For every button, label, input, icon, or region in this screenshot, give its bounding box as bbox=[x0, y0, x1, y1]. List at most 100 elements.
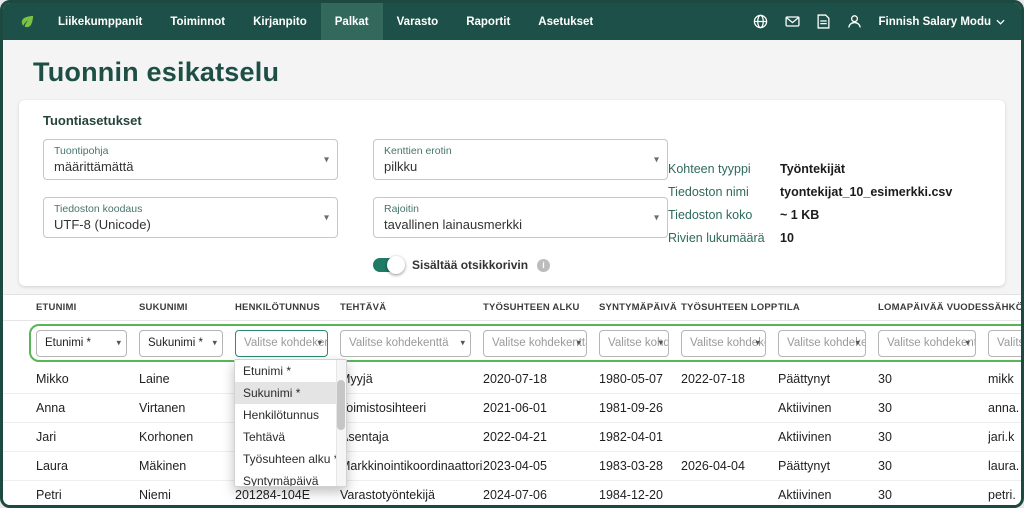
select-value: Valitse kohdekenttä bbox=[349, 337, 449, 349]
user-menu[interactable]: Finnish Salary Modu bbox=[879, 16, 1005, 28]
info-value: tyontekijat_10_esimerkki.csv bbox=[780, 185, 952, 199]
dropdown-option[interactable]: Työsuhteen alku * bbox=[235, 448, 337, 470]
table-cell: Aktiivinen bbox=[778, 488, 878, 502]
dropdown-option[interactable]: Syntymäpäivä bbox=[235, 470, 337, 487]
table-cell: 2021-06-01 bbox=[483, 401, 599, 415]
table-cell: jari.k bbox=[988, 430, 1024, 444]
col-header-sukunimi: SUKUNIMI bbox=[139, 302, 235, 313]
info-icon[interactable]: i bbox=[537, 259, 550, 272]
document-icon[interactable] bbox=[817, 14, 830, 29]
chevron-down-icon: ▾ bbox=[460, 338, 465, 349]
table-cell: Asentaja bbox=[340, 430, 483, 444]
user-icon[interactable] bbox=[847, 14, 862, 29]
chevron-down-icon: ▾ bbox=[324, 212, 329, 223]
dropdown-option[interactable]: Henkilötunnus bbox=[235, 404, 337, 426]
table-cell: 30 bbox=[878, 430, 988, 444]
table-cell: 2022-07-18 bbox=[681, 372, 778, 386]
nav-item-asetukset[interactable]: Asetukset bbox=[524, 3, 607, 40]
top-navbar: Liikekumppanit Toiminnot Kirjanpito Palk… bbox=[3, 3, 1021, 40]
info-label: Rivien lukumäärä bbox=[668, 231, 780, 245]
chevron-down-icon: ▾ bbox=[576, 338, 581, 349]
table-cell: Virtanen bbox=[139, 401, 235, 415]
field-label: Rajoitin bbox=[384, 203, 641, 215]
dropdown-scrollbar[interactable] bbox=[336, 360, 346, 486]
mapping-select-sukunimi[interactable]: Sukunimi * ▾ bbox=[139, 330, 223, 357]
mapping-select-tyosuhteen-loppu[interactable]: Valitse kohdekenttä▾ bbox=[681, 330, 766, 357]
globe-icon[interactable] bbox=[753, 14, 768, 29]
col-header-tehtava: TEHTÄVÄ bbox=[340, 302, 483, 313]
nav-item-kirjanpito[interactable]: Kirjanpito bbox=[239, 3, 321, 40]
chevron-down-icon: ▾ bbox=[855, 338, 860, 349]
nav-item-toiminnot[interactable]: Toiminnot bbox=[156, 3, 239, 40]
table-row: Mikko Laine Myyjä 2020-07-18 1980-05-07 … bbox=[3, 365, 1021, 394]
table-cell: 1983-03-28 bbox=[599, 459, 681, 473]
table-row: Jari Korhonen Asentaja 2022-04-21 1982-0… bbox=[3, 423, 1021, 452]
table-cell: petri. bbox=[988, 488, 1024, 502]
nav-item-palkat[interactable]: Palkat bbox=[321, 3, 383, 40]
mail-icon[interactable] bbox=[785, 14, 800, 29]
field-label: Kenttien erotin bbox=[384, 145, 641, 157]
mapping-select-sahkoposti[interactable]: Valitse kohdekenttä▾ bbox=[988, 330, 1024, 357]
select-value: Valitse kohdekenttä bbox=[997, 337, 1024, 349]
table-row: Petri Niemi 201284-104E Varastotyöntekij… bbox=[3, 481, 1021, 508]
field-kenttien-erotin[interactable]: Kenttien erotin pilkku ▾ bbox=[373, 139, 668, 180]
header-row-toggle[interactable] bbox=[373, 258, 403, 272]
info-label: Tiedoston koko bbox=[668, 208, 780, 222]
table-cell: 2024-07-06 bbox=[483, 488, 599, 502]
select-value: Sukunimi * bbox=[148, 337, 203, 349]
table-cell: Laura bbox=[36, 459, 139, 473]
mapping-select-tyosuhteen-alku[interactable]: Valitse kohdekenttä▾ bbox=[483, 330, 587, 357]
mapping-select-etunimi[interactable]: Etunimi *▾ bbox=[36, 330, 127, 357]
nav-item-varasto[interactable]: Varasto bbox=[383, 3, 453, 40]
table-header-row: ETUNIMI SUKUNIMI HENKILÖTUNNUS TEHTÄVÄ T… bbox=[3, 295, 1021, 321]
chevron-down-icon: ▾ bbox=[317, 338, 322, 349]
header-row-toggle-row: Sisältää otsikkorivin i bbox=[373, 258, 668, 272]
table-row: Laura Mäkinen Markkinointikoordinaattori… bbox=[3, 452, 1021, 481]
table-cell: 30 bbox=[878, 488, 988, 502]
table-cell: Aktiivinen bbox=[778, 401, 878, 415]
mapping-select-tehtava[interactable]: Valitse kohdekenttä ▾ bbox=[340, 330, 471, 357]
field-tuontipohja[interactable]: Tuontipohja määrittämättä ▾ bbox=[43, 139, 338, 180]
chevron-down-icon: ▾ bbox=[212, 338, 217, 349]
mapping-dropdown-menu: Etunimi * Sukunimi * Henkilötunnus Tehtä… bbox=[234, 359, 347, 487]
table-cell: Päättynyt bbox=[778, 459, 878, 473]
scrollbar-thumb[interactable] bbox=[337, 380, 345, 430]
info-label: Tiedoston nimi bbox=[668, 185, 780, 199]
select-value: Valitse kohdekenttä bbox=[787, 337, 866, 349]
table-cell: 2020-07-18 bbox=[483, 372, 599, 386]
field-rajoitin[interactable]: Rajoitin tavallinen lainausmerkki ▾ bbox=[373, 197, 668, 238]
col-header-tila: TILA bbox=[778, 302, 878, 313]
info-row: Tiedoston nimi tyontekijat_10_esimerkki.… bbox=[668, 185, 981, 199]
mapping-select-tila[interactable]: Valitse kohdekenttä▾ bbox=[778, 330, 866, 357]
col-header-sahkoposti: SÄHKÖPOSTI bbox=[988, 302, 1024, 313]
col-header-syntymapaiva: SYNTYMÄPÄIVÄ bbox=[599, 302, 681, 313]
nav-item-liikekumppanit[interactable]: Liikekumppanit bbox=[44, 3, 156, 40]
mapping-select-henkilotunnus[interactable]: Valitse kohdekenttä▾ bbox=[235, 330, 328, 357]
table-cell: 30 bbox=[878, 401, 988, 415]
info-label: Kohteen tyyppi bbox=[668, 162, 780, 176]
mapping-select-lomapaivaa[interactable]: Valitse kohdekenttä▾ bbox=[878, 330, 976, 357]
field-tiedoston-koodaus[interactable]: Tiedoston koodaus UTF-8 (Unicode) ▾ bbox=[43, 197, 338, 238]
dropdown-option[interactable]: Sukunimi * bbox=[235, 382, 337, 404]
col-header-lomapaivaa: LOMAPÄIVÄÄ VUODESSA bbox=[878, 302, 988, 313]
dropdown-option[interactable]: Etunimi * bbox=[235, 360, 337, 382]
mapping-select-syntymapaiva[interactable]: Valitse kohdekenttä▾ bbox=[599, 330, 669, 357]
table-cell: Anna bbox=[36, 401, 139, 415]
table-cell: 30 bbox=[878, 372, 988, 386]
table-cell: Aktiivinen bbox=[778, 430, 878, 444]
info-value: ~ 1 KB bbox=[780, 208, 819, 222]
app-logo[interactable] bbox=[3, 3, 44, 40]
chevron-down-icon: ▾ bbox=[116, 338, 121, 349]
table-cell: Varastotyöntekijä bbox=[340, 488, 483, 502]
nav-item-raportit[interactable]: Raportit bbox=[452, 3, 524, 40]
info-row: Tiedoston koko ~ 1 KB bbox=[668, 208, 981, 222]
select-value: Valitse kohdekenttä bbox=[244, 337, 328, 349]
dropdown-option[interactable]: Tehtävä bbox=[235, 426, 337, 448]
table-cell: Mikko bbox=[36, 372, 139, 386]
chevron-down-icon: ▾ bbox=[654, 154, 659, 165]
field-value: määrittämättä bbox=[54, 159, 311, 174]
table-cell: Niemi bbox=[139, 488, 235, 502]
select-value: Valitse kohdekenttä bbox=[887, 337, 976, 349]
field-label: Tuontipohja bbox=[54, 145, 311, 157]
navbar-right-cluster: Finnish Salary Modu bbox=[753, 3, 1021, 40]
